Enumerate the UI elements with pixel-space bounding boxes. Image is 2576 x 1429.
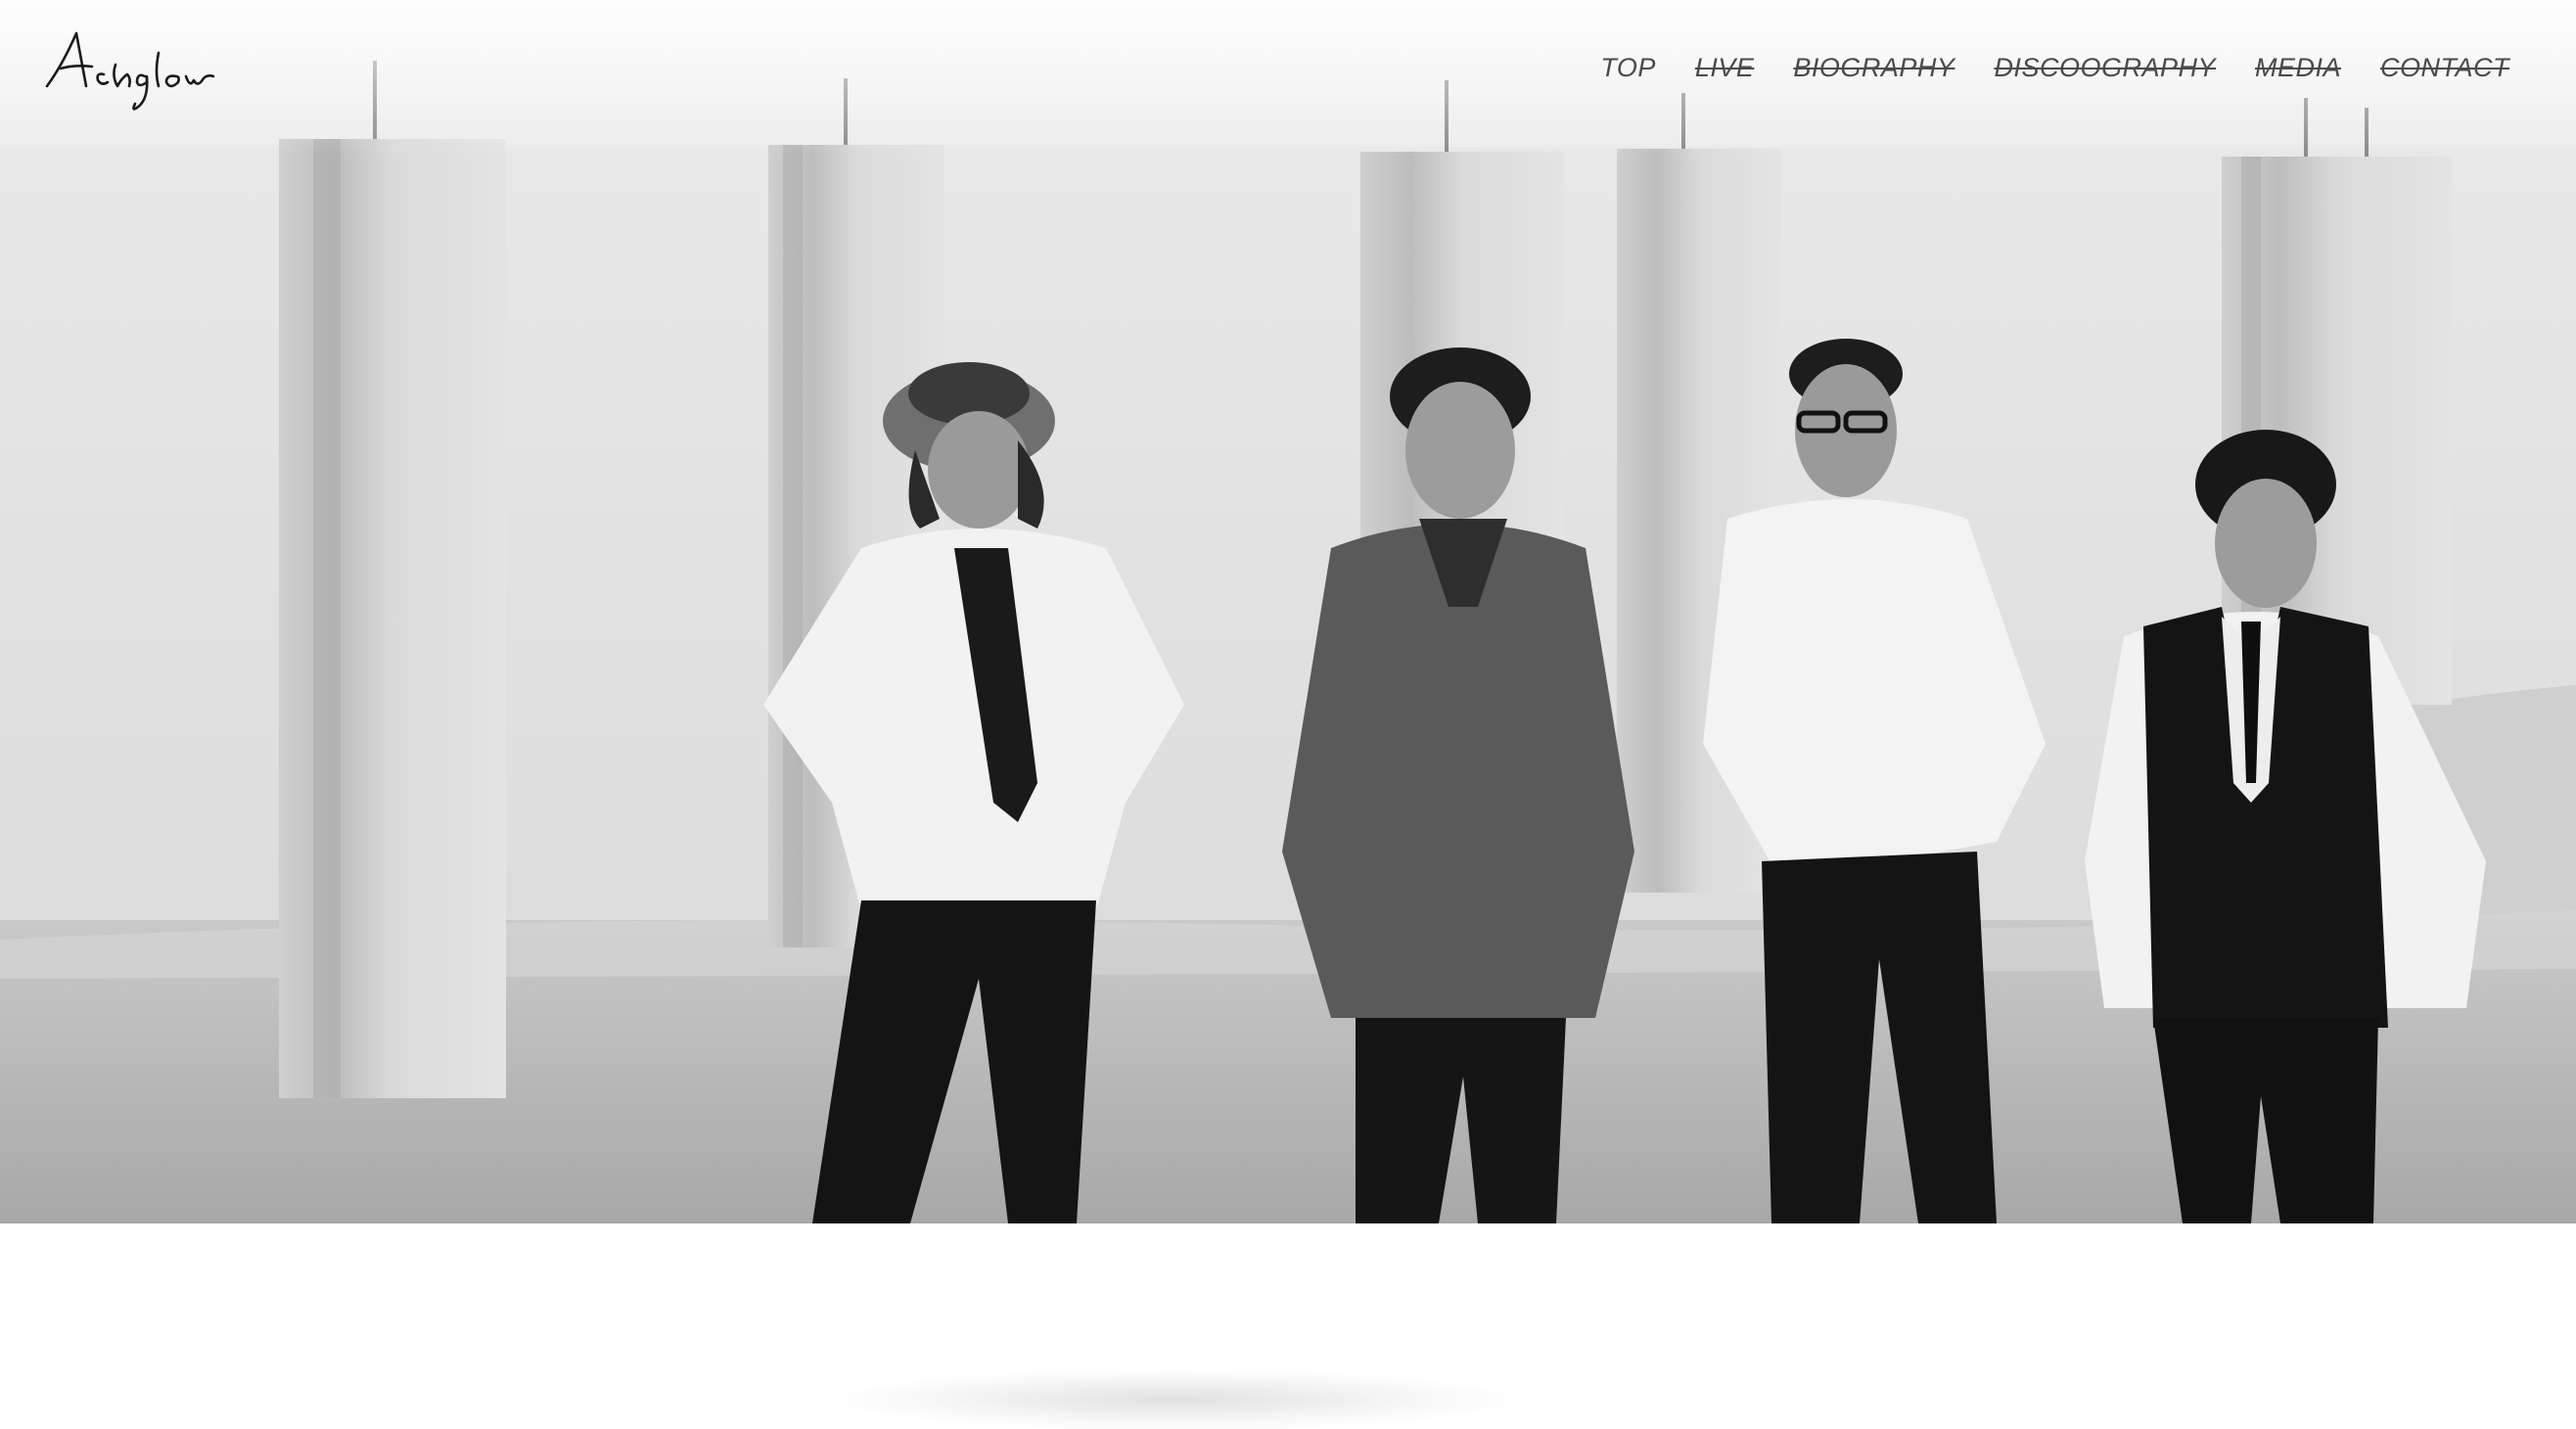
nav-item-top[interactable]: TOP: [1600, 53, 1656, 83]
nav-item-discography[interactable]: DISCOOGRAPHY: [1994, 53, 2216, 83]
site-logo[interactable]: [43, 25, 249, 119]
page: TOP LIVE BIOGRAPHY DISCOOGRAPHY MEDIA CO…: [0, 0, 2576, 1429]
main-nav: TOP LIVE BIOGRAPHY DISCOOGRAPHY MEDIA CO…: [1600, 53, 2509, 83]
hero-band-photo: [0, 0, 2576, 1223]
nav-item-live[interactable]: LIVE: [1695, 53, 1755, 83]
nav-item-media[interactable]: MEDIA: [2255, 53, 2341, 83]
content-card-shadow: [842, 1370, 1507, 1429]
nav-item-contact[interactable]: CONTACT: [2380, 53, 2509, 83]
nav-item-biography[interactable]: BIOGRAPHY: [1793, 53, 1955, 83]
